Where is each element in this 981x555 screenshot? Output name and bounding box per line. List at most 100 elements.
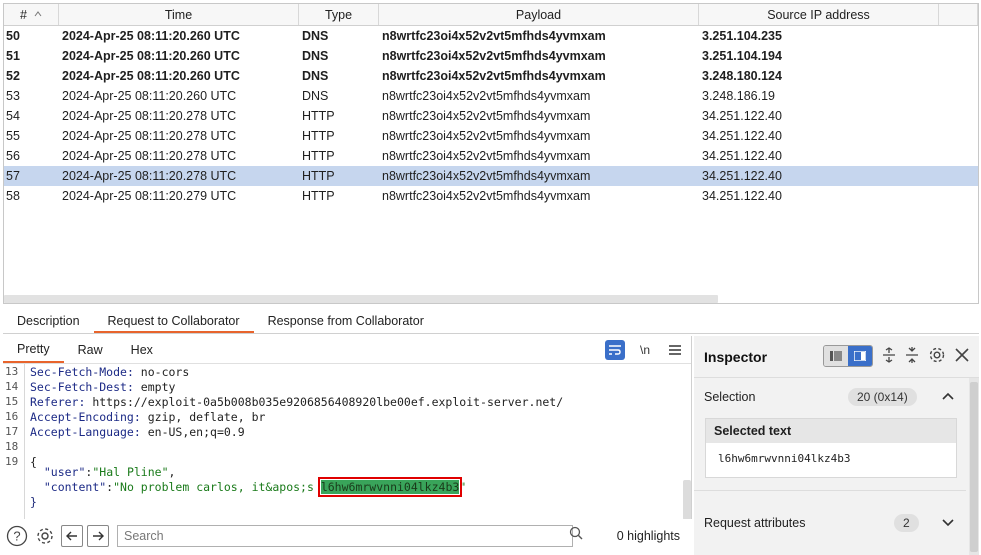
close-icon[interactable] xyxy=(955,347,969,365)
row-number: 55 xyxy=(6,129,20,143)
search-input[interactable] xyxy=(117,525,573,547)
selected-payload-highlight[interactable]: l6hw6mrwvnni04lkz4b3 xyxy=(317,477,463,497)
request-editor: Pretty Raw Hex \n 13 Sec-Fetch-Mode: no-c… xyxy=(3,336,692,519)
inspector-scrollbar-thumb[interactable] xyxy=(970,382,978,552)
row-payload: n8wrtfc23oi4x52v2vt5mfhds4yvmxam xyxy=(382,149,591,163)
column-header-source-ip[interactable]: Source IP address xyxy=(699,4,939,25)
inspector-header: Inspector xyxy=(694,336,979,378)
row-number: 57 xyxy=(6,169,20,183)
line-number: 15 xyxy=(5,395,19,408)
row-source-ip: 34.251.122.40 xyxy=(702,149,782,163)
line-number: 14 xyxy=(5,380,19,393)
request-attributes-count: 2 xyxy=(894,514,919,532)
code-view[interactable]: 13 Sec-Fetch-Mode: no-cors 14 Sec-Fetch-Des… xyxy=(3,364,691,519)
inspector-settings-icon[interactable] xyxy=(928,346,946,367)
row-payload: n8wrtfc23oi4x52v2vt5mfhds4yvmxam xyxy=(382,189,591,203)
inspector-title: Inspector xyxy=(704,348,768,365)
row-type: DNS xyxy=(302,49,329,63)
row-number: 52 xyxy=(6,69,20,83)
editor-view-tabs: Pretty Raw Hex \n xyxy=(3,336,691,364)
tab-response-from-collaborator[interactable]: Response from Collaborator xyxy=(254,310,438,333)
table-row[interactable]: 50 2024-Apr-25 08:11:20.260 UTC DNS n8wrtfc… xyxy=(4,26,978,46)
row-payload: n8wrtfc23oi4x52v2vt5mfhds4yvmxam xyxy=(382,129,591,143)
chevron-up-icon[interactable] xyxy=(942,392,954,400)
table-row[interactable]: 55 2024-Apr-25 08:11:20.278 UTC HTTP n8wrtf… xyxy=(4,126,978,146)
row-time: 2024-Apr-25 08:11:20.278 UTC xyxy=(62,129,237,143)
next-match-button[interactable] xyxy=(87,525,109,547)
column-header-type[interactable]: Type xyxy=(299,4,379,25)
row-type: HTTP xyxy=(302,129,335,143)
collapse-all-icon[interactable] xyxy=(905,346,919,366)
tab-raw[interactable]: Raw xyxy=(64,336,117,363)
column-header-time[interactable]: Time xyxy=(59,4,299,25)
interactions-table: # Time Type Payload Source IP address 50… xyxy=(3,3,979,304)
request-attributes-section[interactable]: Request attributes 2 xyxy=(694,506,966,540)
inspector-scrollbar[interactable] xyxy=(969,378,979,555)
json-user-line: "user":"Hal Pline", xyxy=(43,465,176,479)
layout-list-icon[interactable] xyxy=(824,346,848,366)
chevron-down-icon[interactable] xyxy=(942,519,954,527)
row-time: 2024-Apr-25 08:11:20.278 UTC xyxy=(62,109,237,123)
row-source-ip: 3.251.104.194 xyxy=(702,49,782,63)
settings-gear-icon[interactable] xyxy=(33,524,57,548)
help-icon[interactable]: ? xyxy=(5,524,29,548)
selected-text-card: Selected text l6hw6mrwvnni04lkz4b3 xyxy=(705,418,957,478)
line-number: 13 xyxy=(5,365,19,378)
table-row[interactable]: 54 2024-Apr-25 08:11:20.278 UTC HTTP n8wrtf… xyxy=(4,106,978,126)
editor-toolbar: \n xyxy=(605,340,685,360)
sort-ascending-icon xyxy=(34,11,42,17)
header-value: empty xyxy=(133,380,176,394)
row-source-ip: 34.251.122.40 xyxy=(702,169,782,183)
column-header-empty xyxy=(939,4,978,25)
row-source-ip: 3.251.104.235 xyxy=(702,29,782,43)
row-type: HTTP xyxy=(302,149,335,163)
row-time: 2024-Apr-25 08:11:20.260 UTC xyxy=(62,89,237,103)
column-header-number[interactable]: # xyxy=(4,4,59,25)
row-source-ip: 34.251.122.40 xyxy=(702,109,782,123)
tab-description[interactable]: Description xyxy=(3,310,94,333)
header-name: Referer xyxy=(30,395,79,409)
table-row[interactable]: 58 2024-Apr-25 08:11:20.279 UTC HTTP n8wrtf… xyxy=(4,186,978,206)
row-source-ip: 3.248.180.124 xyxy=(702,69,782,83)
layout-panel-icon[interactable] xyxy=(848,346,872,366)
selected-text-label: Selected text xyxy=(706,419,956,443)
column-header-payload[interactable]: Payload xyxy=(379,4,699,25)
code-line: Accept-Language: en-US,en;q=0.9 xyxy=(30,425,245,439)
row-number: 51 xyxy=(6,49,20,63)
row-number: 56 xyxy=(6,149,20,163)
table-row[interactable]: 56 2024-Apr-25 08:11:20.278 UTC HTTP n8wrtf… xyxy=(4,146,978,166)
table-row[interactable]: 57 2024-Apr-25 08:11:20.278 UTC HTTP n8wrtf… xyxy=(4,166,978,186)
row-time: 2024-Apr-25 08:11:20.260 UTC xyxy=(62,29,240,43)
header-value: https://exploit-0a5b008b035e920685640892… xyxy=(85,395,564,409)
search-bar: ? 0 highlights xyxy=(3,521,692,551)
row-type: DNS xyxy=(302,69,329,83)
request-attributes-label: Request attributes xyxy=(704,516,806,530)
selection-section[interactable]: Selection 20 (0x14) xyxy=(694,378,966,416)
horizontal-scrollbar[interactable] xyxy=(4,295,718,303)
tab-pretty[interactable]: Pretty xyxy=(3,336,64,363)
table-row[interactable]: 51 2024-Apr-25 08:11:20.260 UTC DNS n8wrtfc… xyxy=(4,46,978,66)
row-type: HTTP xyxy=(302,169,335,183)
header-value: no-cors xyxy=(133,365,190,379)
menu-icon[interactable] xyxy=(665,340,685,360)
editor-vertical-scrollbar[interactable] xyxy=(683,480,691,519)
row-payload: n8wrtfc23oi4x52v2vt5mfhds4yvmxam xyxy=(382,29,606,43)
line-number: 19 xyxy=(5,455,19,468)
row-number: 58 xyxy=(6,189,20,203)
code-line: Accept-Encoding: gzip, deflate, br xyxy=(30,410,266,424)
row-source-ip: 3.248.186.19 xyxy=(702,89,775,103)
selected-text-value[interactable]: l6hw6mrwvnni04lkz4b3 xyxy=(706,443,956,465)
row-type: HTTP xyxy=(302,109,335,123)
row-source-ip: 34.251.122.40 xyxy=(702,189,782,203)
word-wrap-icon[interactable] xyxy=(605,340,625,360)
newline-toggle-button[interactable]: \n xyxy=(635,340,655,360)
tab-hex[interactable]: Hex xyxy=(117,336,167,363)
header-name: Accept-Encoding xyxy=(30,410,134,424)
search-icon xyxy=(569,526,583,540)
table-row[interactable]: 52 2024-Apr-25 08:11:20.260 UTC DNS n8wrtfc… xyxy=(4,66,978,86)
expand-all-icon[interactable] xyxy=(882,346,896,366)
tab-request-to-collaborator[interactable]: Request to Collaborator xyxy=(93,310,254,333)
table-row[interactable]: 53 2024-Apr-25 08:11:20.260 UTC DNS n8wrtfc… xyxy=(4,86,978,106)
previous-match-button[interactable] xyxy=(61,525,83,547)
row-time: 2024-Apr-25 08:11:20.278 UTC xyxy=(62,169,237,183)
